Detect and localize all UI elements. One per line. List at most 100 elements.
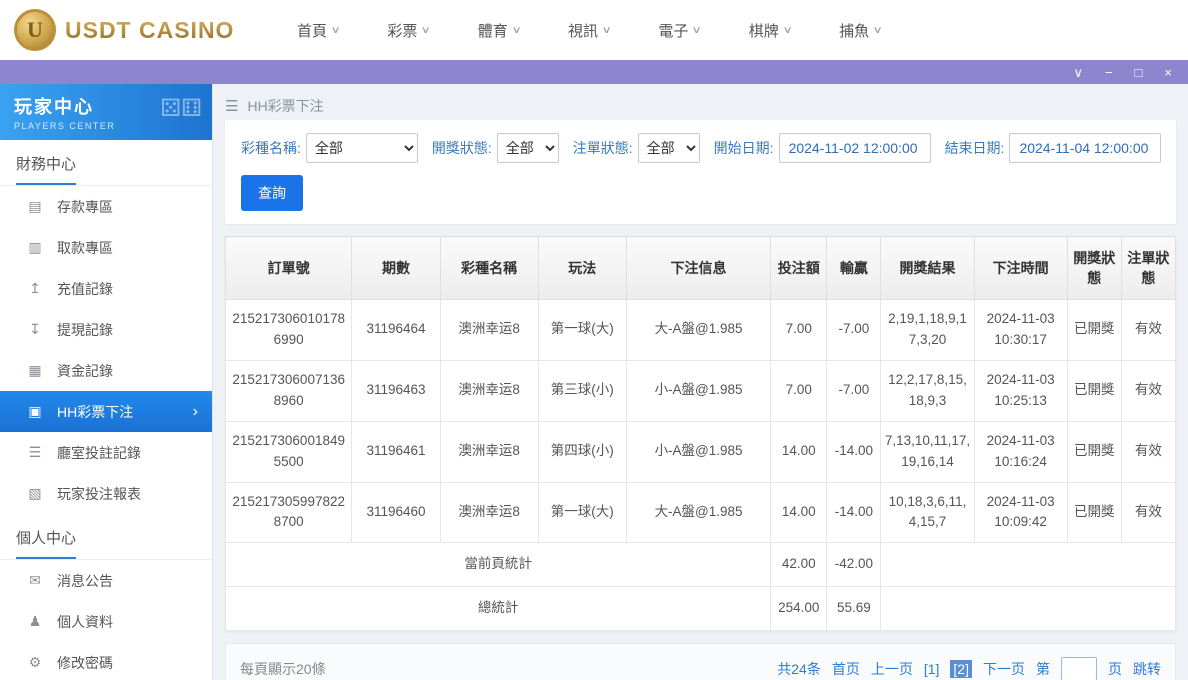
nav-label: 首頁 xyxy=(297,20,327,41)
sidebar-item-label: 存款專區 xyxy=(57,197,113,217)
pagination-bar: 每頁顯示20條 共24条 首页 上一页 [1] [2] 下一页 第 页 跳转 xyxy=(225,643,1176,680)
play-cell: 第一球(大) xyxy=(538,300,626,361)
lottery-cell: 澳洲幸运8 xyxy=(440,360,538,421)
window-minimize-icon[interactable]: − xyxy=(1105,66,1113,79)
summary-label: 總統計 xyxy=(226,587,771,631)
sidebar-item-hh-lottery-bet[interactable]: ▣ HH彩票下注 › xyxy=(0,391,212,432)
jump-prefix-label: 第 xyxy=(1036,659,1050,679)
sidebar-item-withdraw[interactable]: ▥ 取款專區 xyxy=(0,227,212,268)
window-close-icon[interactable]: × xyxy=(1164,66,1172,79)
bet-info-cell: 小-A盤@1.985 xyxy=(626,421,770,482)
summary-empty xyxy=(881,587,1176,631)
chevron-down-icon: ∨ xyxy=(602,25,612,36)
jump-button[interactable]: 跳转 xyxy=(1133,659,1161,679)
prev-page-link[interactable]: 上一页 xyxy=(871,659,913,679)
withdraw-icon: ▥ xyxy=(26,239,44,256)
sidebar-item-deposit[interactable]: ▤ 存款專區 xyxy=(0,186,212,227)
draw-status-select[interactable]: 全部 xyxy=(497,133,559,163)
page-link-2-current[interactable]: [2] xyxy=(950,660,972,678)
dice-icon: ⚄⚅ xyxy=(160,94,202,123)
nav-item-video[interactable]: 視訊 ∨ xyxy=(568,20,610,41)
draw-status-cell: 已開獎 xyxy=(1067,482,1121,543)
breadcrumb: ☰ HH彩票下注 xyxy=(225,84,1176,120)
page-jump-input[interactable] xyxy=(1061,657,1097,680)
page-link-1[interactable]: [1] xyxy=(924,661,940,677)
winloss-cell: -14.00 xyxy=(827,421,881,482)
total-count-text: 共24条 xyxy=(777,659,821,679)
nav-item-sports[interactable]: 體育 ∨ xyxy=(478,20,520,41)
main-content: ☰ HH彩票下注 彩種名稱: 全部 開獎狀態: 全部 注單狀態: xyxy=(213,84,1188,680)
menu-icon[interactable]: ☰ xyxy=(225,97,238,115)
order-status-select[interactable]: 全部 xyxy=(638,133,700,163)
play-cell: 第四球(小) xyxy=(538,421,626,482)
sidebar-item-recharge-record[interactable]: ↥ 充值記錄 xyxy=(0,268,212,309)
nav-item-lottery[interactable]: 彩票 ∨ xyxy=(387,20,429,41)
hall-bet-record-icon: ☰ xyxy=(26,444,44,461)
chevron-right-icon: › xyxy=(193,403,198,421)
sidebar-item-funds-record[interactable]: ▦ 資金記錄 xyxy=(0,350,212,391)
search-button[interactable]: 查詢 xyxy=(241,175,303,211)
summary-winloss: 55.69 xyxy=(827,587,881,631)
nav-item-home[interactable]: 首頁 ∨ xyxy=(297,20,339,41)
col-bet-info: 下注信息 xyxy=(626,237,770,300)
sidebar-item-label: 消息公告 xyxy=(57,571,113,591)
next-page-link[interactable]: 下一页 xyxy=(983,659,1025,679)
amount-cell: 7.00 xyxy=(771,360,827,421)
end-date-label: 結束日期: xyxy=(945,138,1005,158)
col-bet-amount: 投注額 xyxy=(771,237,827,300)
winloss-cell: -7.00 xyxy=(827,360,881,421)
summary-amount: 42.00 xyxy=(771,543,827,587)
sidebar-item-label: 充值記錄 xyxy=(57,279,113,299)
recharge-record-icon: ↥ xyxy=(26,280,44,297)
sidebar-item-player-bet-report[interactable]: ▧ 玩家投注報表 xyxy=(0,473,212,514)
order-status-cell: 有效 xyxy=(1121,360,1175,421)
start-date-input[interactable] xyxy=(779,133,931,163)
order-no-cell: 2152173060101786990 xyxy=(226,300,352,361)
sidebar-item-label: 提現記錄 xyxy=(57,320,113,340)
nav-item-slots[interactable]: 電子 ∨ xyxy=(658,20,700,41)
col-period: 期數 xyxy=(352,237,440,300)
lottery-cell: 澳洲幸运8 xyxy=(440,300,538,361)
col-draw-status: 開獎狀態 xyxy=(1067,237,1121,300)
bet-info-cell: 大-A盤@1.985 xyxy=(626,482,770,543)
end-date-input[interactable] xyxy=(1009,133,1161,163)
window-title-bar: ∨ − □ × xyxy=(0,60,1188,84)
sidebar-item-label: 修改密碼 xyxy=(57,653,113,673)
table-row: 2152173060018495500 31196461 澳洲幸运8 第四球(小… xyxy=(226,421,1176,482)
sidebar-item-withdrawal-record[interactable]: ↧ 提現記錄 xyxy=(0,309,212,350)
bet-records-table-card: 訂單號 期數 彩種名稱 玩法 下注信息 投注額 輸贏 開獎結果 下注時間 開獎狀… xyxy=(225,236,1176,631)
lottery-name-select[interactable]: 全部 xyxy=(306,133,418,163)
chevron-down-icon: ∨ xyxy=(421,25,431,36)
sidebar-item-announcements[interactable]: ✉ 消息公告 xyxy=(0,560,212,601)
first-page-link[interactable]: 首页 xyxy=(832,659,860,679)
page-size-text: 每頁顯示20條 xyxy=(240,659,326,679)
profile-icon: ♟ xyxy=(26,613,44,630)
window-maximize-icon[interactable]: □ xyxy=(1135,66,1143,79)
nav-item-board-games[interactable]: 棋牌 ∨ xyxy=(749,20,791,41)
pagination-controls: 共24条 首页 上一页 [1] [2] 下一页 第 页 跳转 xyxy=(777,657,1161,680)
time-cell: 2024-11-03 10:25:13 xyxy=(974,360,1067,421)
top-navigation-bar: U USDT CASINO 首頁 ∨ 彩票 ∨ 體育 ∨ 視訊 ∨ 電子 ∨ 棋… xyxy=(0,0,1188,60)
order-status-cell: 有效 xyxy=(1121,300,1175,361)
period-cell: 31196463 xyxy=(352,360,440,421)
sidebar-item-change-password[interactable]: ⚙ 修改密碼 xyxy=(0,642,212,680)
nav-label: 棋牌 xyxy=(749,20,779,41)
table-row: 2152173060071368960 31196463 澳洲幸运8 第三球(小… xyxy=(226,360,1176,421)
window-restore-icon[interactable]: ∨ xyxy=(1073,66,1083,79)
lottery-name-label: 彩種名稱: xyxy=(241,138,301,158)
sidebar-item-label: 資金記錄 xyxy=(57,361,113,381)
col-draw-result: 開獎結果 xyxy=(881,237,974,300)
col-play: 玩法 xyxy=(538,237,626,300)
total-summary-row: 總統計 254.00 55.69 xyxy=(226,587,1176,631)
nav-label: 電子 xyxy=(658,20,688,41)
sidebar: 玩家中心 PLAYERS CENTER ⚄⚅ 財務中心 ▤ 存款專區 ▥ 取款專… xyxy=(0,84,213,680)
bet-info-cell: 大-A盤@1.985 xyxy=(626,300,770,361)
sidebar-item-hall-bet-record[interactable]: ☰ 廳室投註記錄 xyxy=(0,432,212,473)
chevron-down-icon: ∨ xyxy=(782,25,792,36)
brand-name: USDT CASINO xyxy=(65,17,234,44)
nav-label: 捕魚 xyxy=(839,20,869,41)
nav-item-fishing[interactable]: 捕魚 ∨ xyxy=(839,20,881,41)
nav-label: 體育 xyxy=(478,20,508,41)
sidebar-item-profile[interactable]: ♟ 個人資料 xyxy=(0,601,212,642)
sidebar-item-label: 取款專區 xyxy=(57,238,113,258)
